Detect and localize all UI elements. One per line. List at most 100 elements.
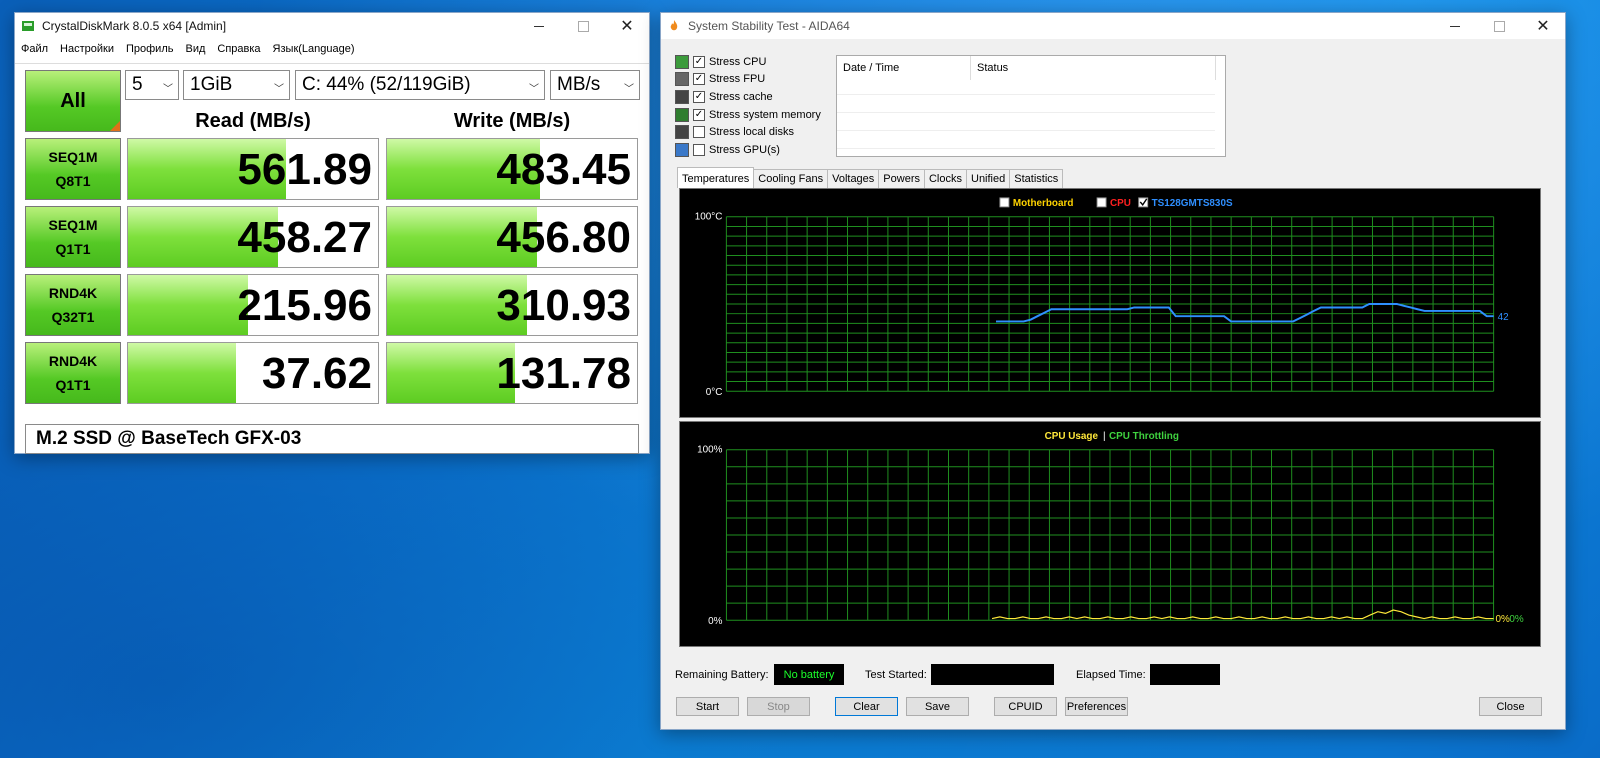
read-result-bar [128,343,236,403]
crystaldiskmark-window[interactable]: CrystalDiskMark 8.0.5 x64 [Admin] ✕ Файл… [14,12,650,454]
legend-label: CPU [1110,198,1131,209]
read-result-value: 215.96 [237,281,372,330]
stress-checkbox[interactable]: ✓ [693,108,705,121]
count-select[interactable]: 5 ﹀ [125,70,179,100]
stress-option-1[interactable]: ✓ Stress FPU [675,71,821,89]
battery-value: No battery [774,664,844,685]
stress-option-5[interactable]: Stress GPU(s) [675,141,821,159]
stress-label: Stress system memory [709,108,821,121]
disk-icon [675,125,689,140]
stress-checkbox[interactable] [693,126,705,139]
cdm-titlebar[interactable]: CrystalDiskMark 8.0.5 x64 [Admin] ✕ [15,13,649,39]
clear-button[interactable]: Clear [835,697,898,716]
drive-select[interactable]: C: 44% (52/119GiB) ﹀ [295,70,545,100]
usage-bottom-label: 0% [708,616,723,627]
close-button[interactable]: ✕ [1521,13,1565,39]
tab-temperatures[interactable]: Temperatures [677,167,755,188]
elapsed-time-label: Elapsed Time: [1076,669,1146,681]
legend-checkbox[interactable] [1096,197,1107,208]
aida-titlebar[interactable]: System Stability Test - AIDA64 ✕ [661,13,1565,39]
read-result-value: 458.27 [237,213,372,262]
read-header: Read (MB/s) [195,110,311,132]
menu-view[interactable]: Вид [185,43,205,55]
stress-option-0[interactable]: ✓ Stress CPU [675,53,821,71]
legend-label: TS128GMTS830S [1152,198,1233,209]
size-select[interactable]: 1GiB ﹀ [183,70,290,100]
read-result-value: 561.89 [237,145,372,194]
stress-option-3[interactable]: ✓ Stress system memory [675,106,821,124]
test-queue: Q1T1 [55,377,91,393]
elapsed-time-value [1150,664,1220,685]
cpuid-button[interactable]: CPUID [994,697,1057,716]
test-button-1[interactable]: SEQ1M Q1T1 [25,206,121,268]
cpu-usage-graph: 100%0%CPU Usage | CPU Throttling0% 0% [679,421,1541,647]
read-result-cell: 458.27 [127,206,379,268]
tab-statistics[interactable]: Statistics [1009,169,1064,188]
stress-label: Stress cache [709,90,773,103]
cpu-usage-series-line [991,609,1494,620]
start-button[interactable]: Start [676,697,739,716]
legend-checkbox[interactable] [999,197,1010,208]
write-result-cell: 310.93 [386,274,638,336]
legend-separator: | [1103,431,1106,442]
write-result-value: 310.93 [496,281,631,330]
stop-button[interactable]: Stop [747,697,810,716]
save-button[interactable]: Save [906,697,969,716]
stress-checkbox[interactable]: ✓ [693,55,705,68]
legend-label: Motherboard [1013,198,1074,209]
temperature-graph: 100°C 0°C Motherboard CPU TS128GMTS830S 42 [679,188,1541,418]
test-started-label: Test Started: [865,669,927,681]
stress-checkbox[interactable]: ✓ [693,73,705,86]
maximize-button[interactable] [1477,13,1521,39]
menu-profile[interactable]: Профиль [126,43,174,55]
drive-value: C: 44% (52/119GiB) [302,74,471,95]
minimize-button[interactable] [517,13,561,39]
test-name: SEQ1M [48,149,98,165]
chevron-down-icon: ﹀ [529,84,539,95]
menu-language[interactable]: Язык(Language) [273,43,355,55]
cdm-main: All 5 ﹀ 1GiB ﹀ C: 44% (52/119GiB) ﹀ MB/s ﹀ R… [15,63,649,454]
temp-bottom-label: 0°C [706,387,723,398]
gpu-icon [675,142,689,157]
comment-field[interactable]: M.2 SSD @ BaseTech GFX-03 [25,424,639,454]
minimize-button[interactable] [1433,13,1477,39]
write-result-cell: 131.78 [386,342,638,404]
col-status[interactable]: Status [971,56,1216,80]
read-result-cell: 37.62 [127,342,379,404]
test-name: SEQ1M [48,217,98,233]
stress-label: Stress CPU [709,55,767,68]
temperature-series-line [996,303,1494,323]
write-result-cell: 483.45 [386,138,638,200]
legend-cpu-usage: CPU Usage [1045,431,1099,442]
remaining-battery-label: Remaining Battery: [675,669,769,681]
test-button-3[interactable]: RND4K Q1T1 [25,342,121,404]
maximize-button[interactable] [561,13,605,39]
col-date-time[interactable]: Date / Time [837,56,971,80]
test-button-0[interactable]: SEQ1M Q8T1 [25,138,121,200]
menu-help[interactable]: Справка [217,43,260,55]
chevron-down-icon: ﹀ [274,84,284,95]
menu-file[interactable]: Файл [21,43,48,55]
preferences-button[interactable]: Preferences [1065,697,1128,716]
read-result-cell: 561.89 [127,138,379,200]
tab-powers[interactable]: Powers [878,169,925,188]
stress-checkbox[interactable]: ✓ [693,90,705,103]
stress-option-2[interactable]: ✓ Stress cache [675,88,821,106]
test-button-2[interactable]: RND4K Q32T1 [25,274,121,336]
test-queue: Q8T1 [55,173,91,189]
aida64-stability-window[interactable]: System Stability Test - AIDA64 ✕ ✓ Stress… [660,12,1566,730]
all-button[interactable]: All [25,70,121,132]
menu-bar: Файл Настройки Профиль Вид Справка Язык(… [15,39,649,59]
tab-voltages[interactable]: Voltages [827,169,880,188]
tab-cooling-fans[interactable]: Cooling Fans [753,169,829,188]
write-header: Write (MB/s) [453,110,571,132]
unit-select[interactable]: MB/s ﹀ [550,70,640,100]
stress-checkbox[interactable] [693,143,705,156]
tab-clocks[interactable]: Clocks [923,169,967,188]
test-queue: Q1T1 [55,241,91,257]
menu-settings[interactable]: Настройки [60,43,114,55]
close-button[interactable]: ✕ [605,13,649,39]
stress-option-4[interactable]: Stress local disks [675,123,821,141]
close-dialog-button[interactable]: Close [1479,697,1542,716]
tab-unified[interactable]: Unified [966,169,1011,188]
